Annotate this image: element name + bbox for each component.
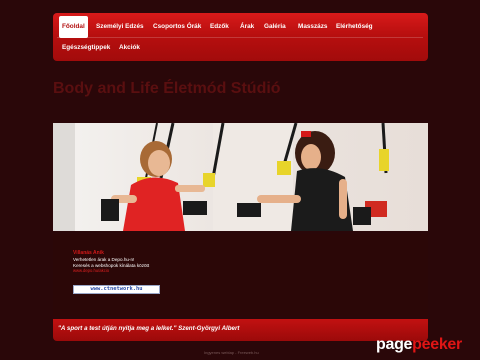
nav-item-group-classes[interactable]: Csoportos Órák <box>153 19 201 35</box>
watermark-part-1: page <box>376 336 413 353</box>
nav-item-personal-training[interactable]: Személyi Edzés <box>96 19 144 35</box>
promo-text-1: Verhetetlen árak a Depo.hu-n! <box>73 257 135 262</box>
quote-text: "A sport a test útján nyitja meg a lelke… <box>58 325 240 332</box>
watermark-part-2: peeker <box>412 336 462 353</box>
nav-item-prices[interactable]: Árak <box>240 19 254 35</box>
content-panel <box>53 234 428 316</box>
promo-link[interactable]: www.depo.hu/akcio <box>73 268 109 273</box>
nav-item-gallery[interactable]: Galéria <box>264 19 286 35</box>
footer-text[interactable]: Ingyenes weblap - Freeweb.hu <box>204 350 259 355</box>
ctnetwork-banner[interactable]: www.ctnetwork.hu <box>73 285 160 294</box>
hero-photo-illustration <box>53 123 428 231</box>
pagepeeker-watermark: pagepeeker <box>376 336 476 354</box>
promo-title[interactable]: Villanás Anik <box>73 250 104 256</box>
nav-item-home[interactable]: Főoldal <box>59 16 88 38</box>
nav-item-contact[interactable]: Elérhetőség <box>336 19 373 35</box>
nav-divider <box>57 37 423 38</box>
hero-image <box>53 123 428 231</box>
nav-item-offers[interactable]: Akciók <box>119 40 140 56</box>
nav-item-trainers[interactable]: Edzők <box>210 19 229 35</box>
site-title: Body and Life Életmód Stúdió <box>53 80 281 97</box>
nav-item-massage[interactable]: Masszázs <box>298 19 328 35</box>
nav-item-health-tips[interactable]: Egészségtippek <box>62 40 110 56</box>
